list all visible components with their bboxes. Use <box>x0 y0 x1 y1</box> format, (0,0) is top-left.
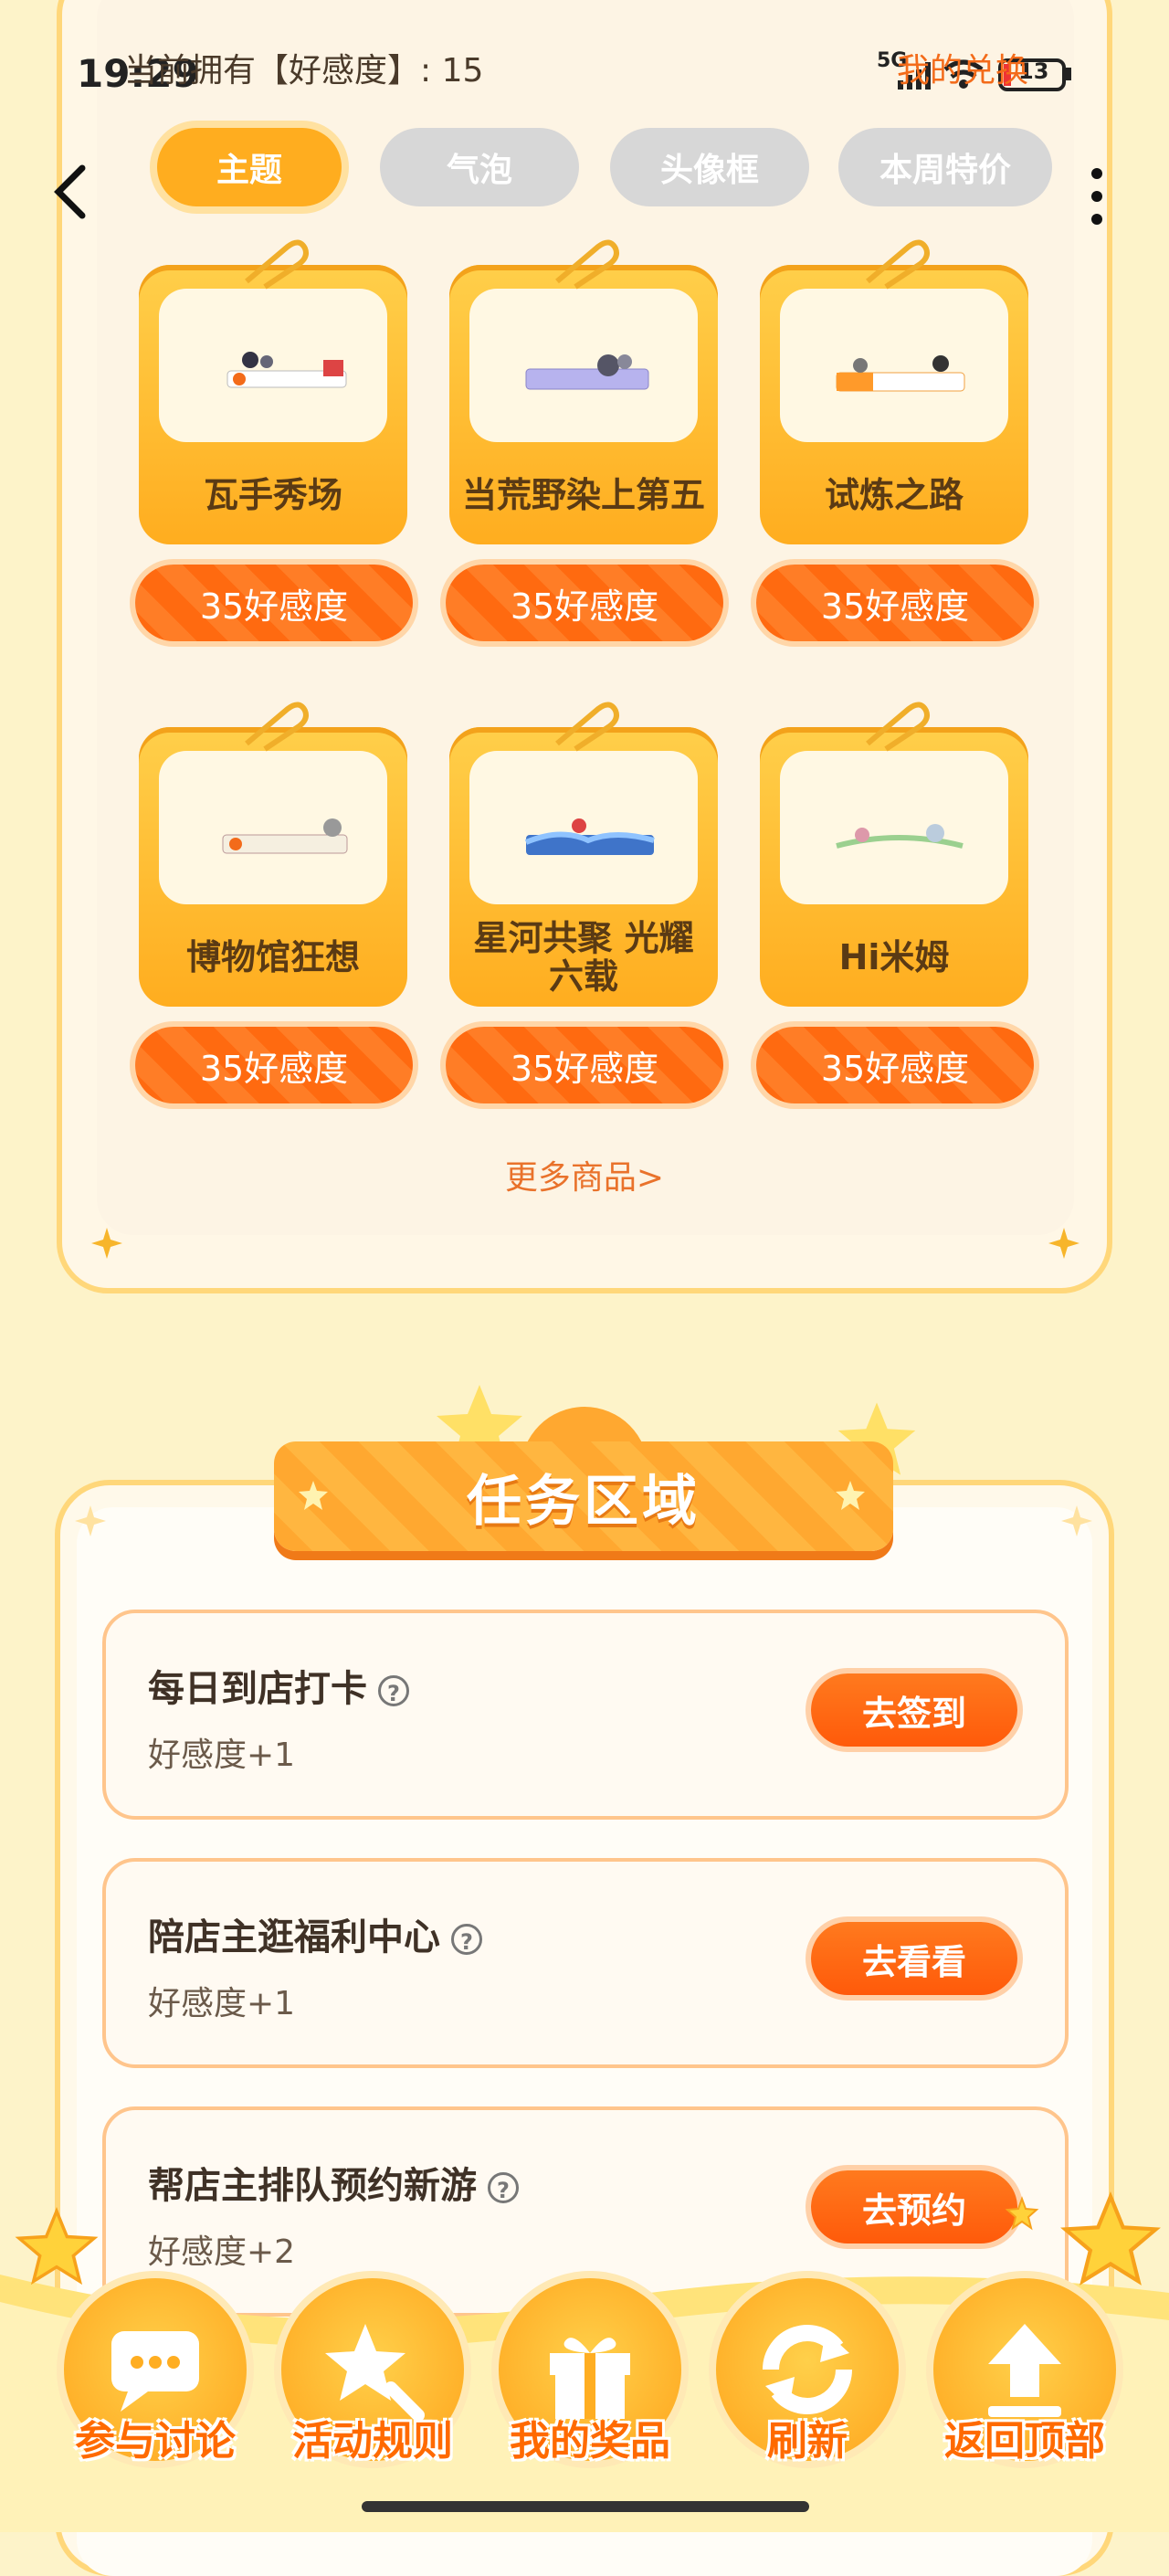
reserve-button[interactable]: 去预约 <box>811 2170 1017 2243</box>
task-item: 陪店主逛福利中心? 好感度+1 去看看 <box>102 1858 1069 2068</box>
tab-avatar-frame[interactable]: 头像框 <box>610 128 809 206</box>
product-card[interactable]: Hi米姆 <box>760 727 1028 1007</box>
product-card[interactable]: 试炼之路 <box>760 265 1028 544</box>
product-thumbnail <box>469 751 698 904</box>
checkin-button[interactable]: 去签到 <box>811 1673 1017 1747</box>
task-reward: 好感度+1 <box>148 1737 296 1774</box>
more-goods-link[interactable]: 更多商品> <box>0 1151 1169 1198</box>
help-icon[interactable]: ? <box>378 1675 409 1706</box>
nav-label: 刷新 <box>767 2418 848 2465</box>
price-button[interactable]: 35好感度 <box>756 565 1034 641</box>
task-name: 每日到店打卡? <box>148 1659 409 1712</box>
price-button[interactable]: 35好感度 <box>756 1027 1034 1103</box>
sparkle-icon <box>1061 1505 1092 1536</box>
product-card[interactable]: 当荒野染上第五 <box>449 265 718 544</box>
price-button[interactable]: 35好感度 <box>446 565 723 641</box>
product-thumbnail <box>780 289 1008 442</box>
my-exchange-link[interactable]: 我的兑换 <box>897 44 1028 91</box>
help-icon[interactable]: ? <box>488 2172 519 2203</box>
product-thumbnail <box>159 751 387 904</box>
product-name: 瓦手秀场 <box>203 475 342 515</box>
product-name: 博物馆狂想 <box>185 937 360 977</box>
product-name: 当荒野染上第五 <box>461 475 705 515</box>
sparkle-icon <box>91 1228 122 1259</box>
paperclip-icon <box>245 702 309 752</box>
nav-label: 活动规则 <box>292 2418 453 2465</box>
tab-theme[interactable]: 主题 <box>157 128 342 206</box>
back-icon[interactable] <box>46 155 100 228</box>
product-thumbnail <box>159 289 387 442</box>
product-name: 试炼之路 <box>824 475 964 515</box>
price-button[interactable]: 35好感度 <box>446 1027 723 1103</box>
product-name: Hi米姆 <box>838 937 950 977</box>
product-thumbnail <box>469 289 698 442</box>
product-card[interactable]: 博物馆狂想 <box>139 727 407 1007</box>
star-icon <box>1060 2191 1161 2286</box>
product-name: 星河共聚 光耀六载 <box>473 918 694 997</box>
task-name: 陪店主逛福利中心? <box>148 1907 482 1960</box>
task-item: 每日到店打卡? 好感度+1 去签到 <box>102 1610 1069 1820</box>
task-section-title: 任务区域 <box>467 1469 700 1534</box>
paperclip-icon <box>866 702 930 752</box>
sparkle-icon <box>75 1505 106 1536</box>
nav-label: 返回顶部 <box>944 2418 1105 2465</box>
price-button[interactable]: 35好感度 <box>135 1027 413 1103</box>
paperclip-icon <box>555 702 619 752</box>
tab-weekly-special[interactable]: 本周特价 <box>838 128 1052 206</box>
star-icon <box>1005 2196 1039 2231</box>
sparkle-icon <box>1048 1228 1079 1259</box>
more-icon[interactable] <box>1083 164 1111 228</box>
currency-text: 当前拥有【好感度】: 15 <box>124 52 484 90</box>
product-card[interactable]: 瓦手秀场 <box>139 265 407 544</box>
task-name: 帮店主排队预约新游? <box>148 2156 519 2209</box>
star-icon <box>15 2206 99 2286</box>
price-button[interactable]: 35好感度 <box>135 565 413 641</box>
paperclip-icon <box>866 239 930 290</box>
task-reward: 好感度+1 <box>148 1985 296 2022</box>
tab-bubble[interactable]: 气泡 <box>380 128 579 206</box>
product-thumbnail <box>780 751 1008 904</box>
nav-label: 参与讨论 <box>75 2418 236 2465</box>
nav-label: 我的奖品 <box>510 2418 670 2465</box>
product-card[interactable]: 星河共聚 光耀六载 <box>449 727 718 1007</box>
view-button[interactable]: 去看看 <box>811 1922 1017 1995</box>
paperclip-icon <box>245 239 309 290</box>
paperclip-icon <box>555 239 619 290</box>
home-indicator[interactable] <box>362 2501 809 2512</box>
help-icon[interactable]: ? <box>451 1924 482 1955</box>
